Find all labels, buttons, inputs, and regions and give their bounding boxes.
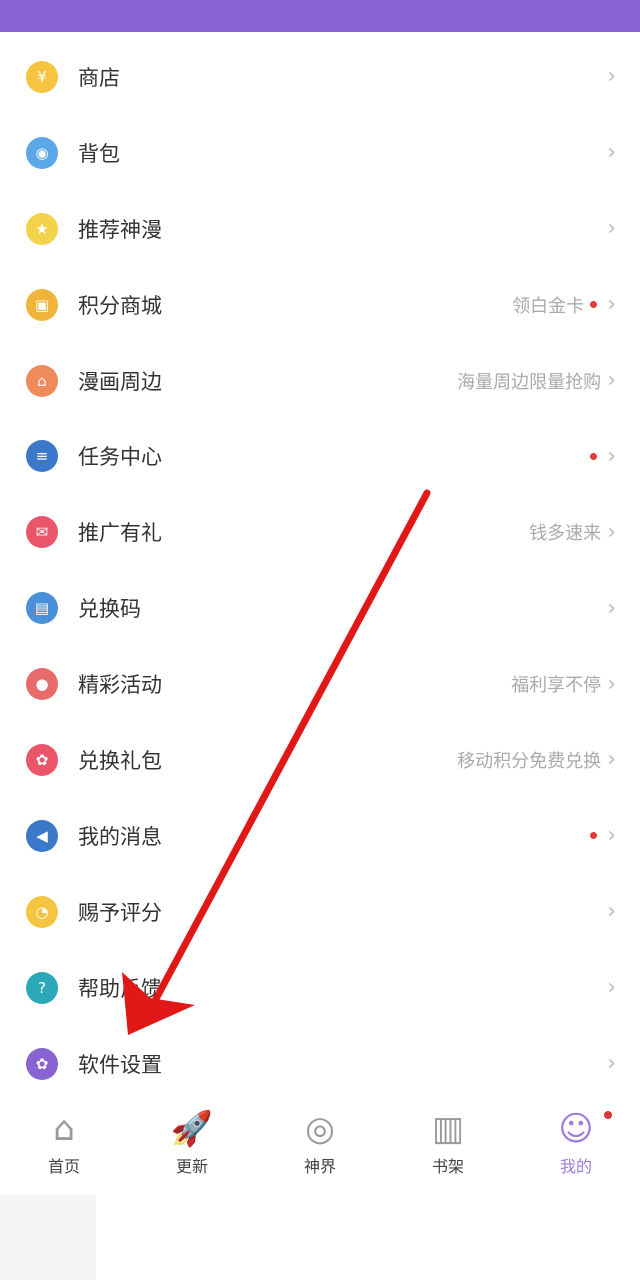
menu-item-6[interactable]: ✉ 推广有礼 钱多速来 › <box>0 494 640 570</box>
menu-item-5[interactable]: ≡ 任务中心 › <box>0 418 640 494</box>
menu-item-label: 推荐神漫 <box>78 217 162 242</box>
ticket-icon: ▤ <box>26 592 58 625</box>
chevron-right-icon: › <box>607 671 616 697</box>
chevron-right-icon: › <box>607 64 616 90</box>
tab-4[interactable]: ☺ 我的 <box>512 1105 640 1193</box>
shop-icon: ⌂ <box>26 364 58 397</box>
menu-item-1[interactable]: ◉ 背包 › <box>0 115 640 191</box>
treasure-chest-icon: ▣ <box>26 288 58 321</box>
menu-item-label: 赐予评分 <box>78 900 162 925</box>
tab-0[interactable]: ⌂ 首页 <box>0 1105 128 1193</box>
award-icon: ★ <box>26 212 58 245</box>
bookshelf-icon: ▥ <box>431 1109 465 1149</box>
gear-icon: ✿ <box>26 1047 58 1080</box>
menu-item-9[interactable]: ✿ 兑换礼包 移动积分免费兑换 › <box>0 722 640 798</box>
notification-dot <box>604 1111 612 1119</box>
help-feedback-icon: ? <box>26 971 58 1004</box>
menu-item-4[interactable]: ⌂ 漫画周边 海量周边限量抢购 › <box>0 343 640 419</box>
backpack-icon: ◉ <box>26 136 58 169</box>
rocket-icon: 🚀 <box>170 1109 214 1149</box>
tab-label: 首页 <box>47 1157 80 1176</box>
menu-item-label: 积分商城 <box>78 293 162 318</box>
tab-label: 书架 <box>431 1157 464 1176</box>
chevron-right-icon: › <box>607 368 616 393</box>
menu-item-label: 商店 <box>78 65 120 90</box>
menu-list: ¥ 商店 › ◉ 背包 › ★ 推荐神漫 › ▣ 积分商城 领白金卡 › ⌂ 漫画周边 海量周边限量… <box>0 39 640 1101</box>
megaphone-icon: ◀ <box>26 819 58 852</box>
menu-item-8[interactable]: ● 精彩活动 福利享不停 › <box>0 646 640 722</box>
gift-bag-icon: ✿ <box>26 743 58 776</box>
chevron-right-icon: › <box>607 1051 616 1077</box>
menu-item-7[interactable]: ▤ 兑换码 › <box>0 570 640 646</box>
menu-item-label: 软件设置 <box>78 1052 162 1077</box>
menu-item-hint: 海量周边限量抢购 <box>457 371 602 393</box>
tab-label: 我的 <box>559 1157 592 1176</box>
header-bar <box>0 0 640 32</box>
envelope-icon: ✉ <box>26 516 58 549</box>
bottom-tab-bar: ⌂ 首页 🚀 更新 ◎ 神界 ▥ 书架 ☺ 我的 <box>0 1105 640 1193</box>
chevron-right-icon: › <box>607 443 616 469</box>
menu-item-hint: 领白金卡 <box>512 295 585 317</box>
chevron-right-icon: › <box>607 519 616 545</box>
menu-item-11[interactable]: ◔ 赐予评分 › <box>0 874 640 950</box>
tab-label: 神界 <box>303 1157 336 1176</box>
menu-item-label: 兑换礼包 <box>78 748 162 773</box>
menu-item-2[interactable]: ★ 推荐神漫 › <box>0 191 640 267</box>
tab-label: 更新 <box>175 1157 208 1176</box>
menu-item-hint: 移动积分免费兑换 <box>457 750 602 772</box>
chevron-right-icon: › <box>607 140 616 166</box>
menu-item-hint: 钱多速来 <box>529 523 602 545</box>
menu-item-0[interactable]: ¥ 商店 › <box>0 39 640 115</box>
balloons-icon: ● <box>26 668 58 701</box>
home-icon: ⌂ <box>53 1109 75 1149</box>
notification-dot <box>590 832 598 840</box>
menu-item-label: 漫画周边 <box>78 369 162 394</box>
chevron-right-icon: › <box>607 595 616 621</box>
tab-3[interactable]: ▥ 书架 <box>384 1105 512 1193</box>
menu-item-10[interactable]: ◀ 我的消息 › <box>0 798 640 874</box>
chevron-right-icon: › <box>607 216 616 242</box>
blank-area <box>0 1195 96 1280</box>
chevron-right-icon: › <box>607 975 616 1001</box>
task-list-icon: ≡ <box>26 440 58 473</box>
menu-item-label: 精彩活动 <box>78 673 162 698</box>
menu-item-label: 推广有礼 <box>78 521 162 546</box>
notification-dot <box>590 452 598 460</box>
profile-avatar-icon: ☺ <box>558 1109 594 1149</box>
pie-chart-icon: ◔ <box>26 895 58 928</box>
notification-dot <box>590 301 598 309</box>
cloud-swirl-icon: ◎ <box>305 1109 335 1149</box>
menu-item-13[interactable]: ✿ 软件设置 › <box>0 1026 640 1102</box>
chevron-right-icon: › <box>607 747 616 773</box>
tab-2[interactable]: ◎ 神界 <box>256 1105 384 1193</box>
chevron-right-icon: › <box>607 899 616 925</box>
menu-item-hint: 福利享不停 <box>511 675 602 697</box>
chevron-right-icon: › <box>607 823 616 849</box>
menu-item-label: 背包 <box>78 141 120 166</box>
chevron-right-icon: › <box>607 292 616 318</box>
tab-1[interactable]: 🚀 更新 <box>128 1105 256 1193</box>
menu-item-label: 帮助反馈 <box>78 976 162 1001</box>
menu-item-label: 我的消息 <box>78 824 162 849</box>
coin-icon: ¥ <box>26 60 58 93</box>
menu-item-12[interactable]: ? 帮助反馈 › <box>0 950 640 1026</box>
menu-item-label: 任务中心 <box>78 445 162 470</box>
menu-item-3[interactable]: ▣ 积分商城 领白金卡 › <box>0 267 640 343</box>
menu-item-label: 兑换码 <box>78 597 141 622</box>
